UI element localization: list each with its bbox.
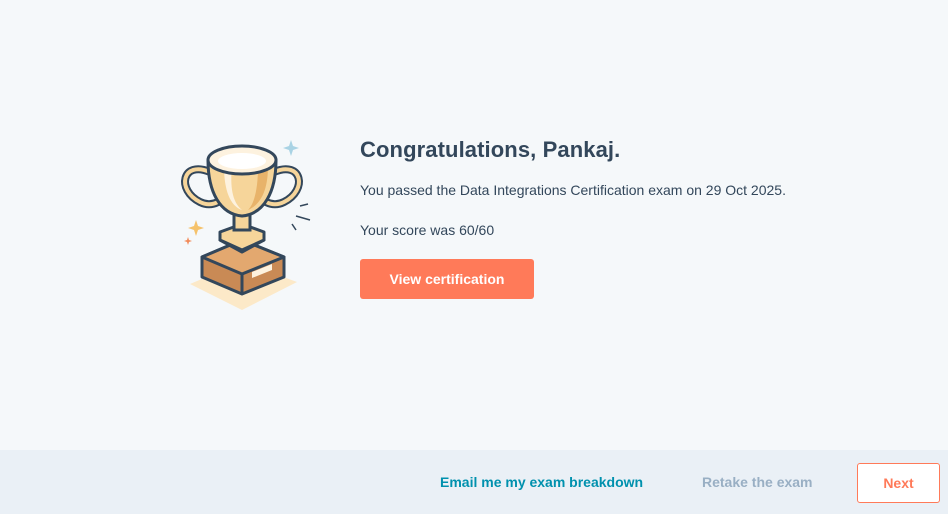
result-panel: Congratulations, Pankaj. You passed the … (0, 0, 948, 450)
footer-bar: Email me my exam breakdown Retake the ex… (0, 450, 948, 514)
email-exam-breakdown-link[interactable]: Email me my exam breakdown (440, 474, 643, 490)
view-certification-button[interactable]: View certification (360, 259, 534, 299)
exam-result-page: Congratulations, Pankaj. You passed the … (0, 0, 948, 514)
trophy-icon (172, 132, 312, 317)
retake-exam-link[interactable]: Retake the exam (702, 474, 813, 490)
result-content: Congratulations, Pankaj. You passed the … (360, 136, 920, 299)
page-title: Congratulations, Pankaj. (360, 137, 621, 162)
next-button[interactable]: Next (857, 463, 940, 503)
pass-message: You passed the Data Integrations Certifi… (360, 182, 786, 198)
score-text: Your score was 60/60 (360, 222, 495, 238)
